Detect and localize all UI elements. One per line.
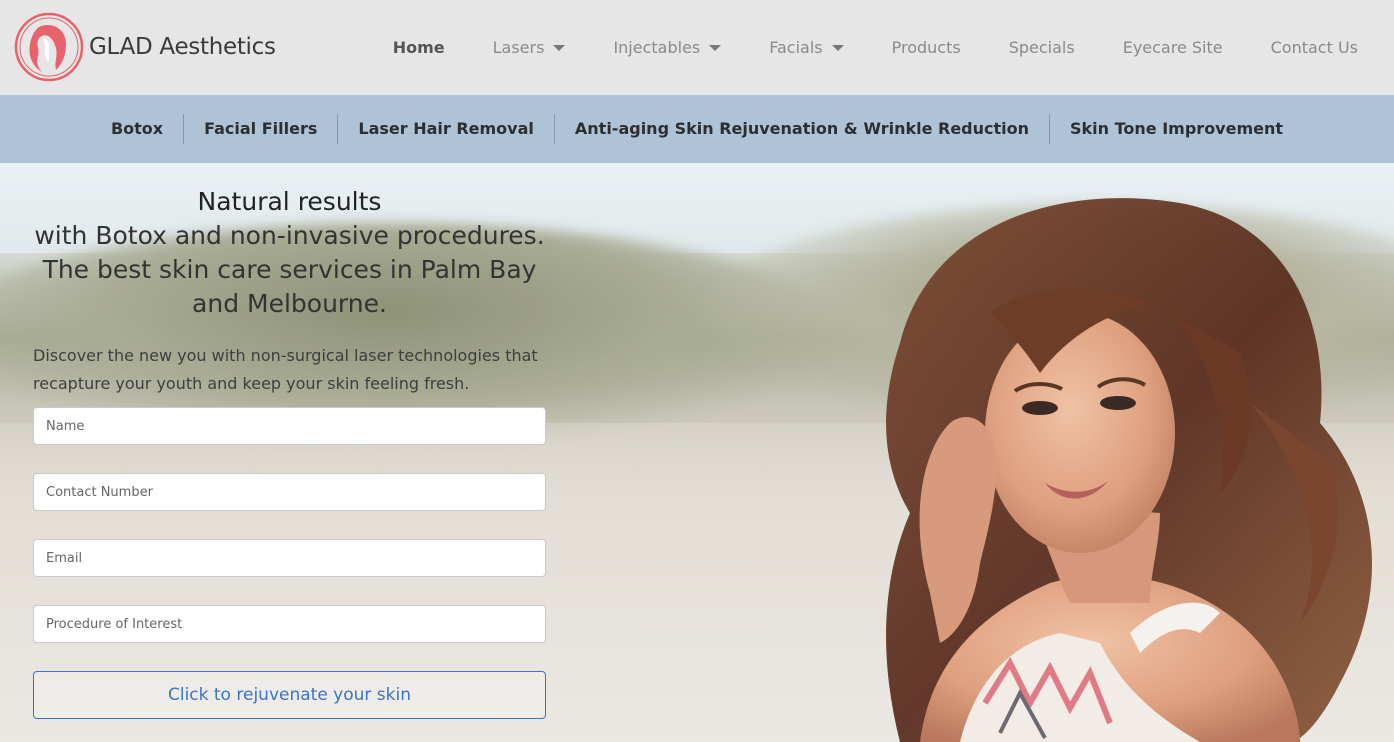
subnav-item-anti-aging-skin-rejuvenation-wrinkle-reduction[interactable]: Anti-aging Skin Rejuvenation & Wrinkle R… [555, 114, 1049, 144]
nav-item-label: Facials [769, 38, 823, 57]
hero-description: Discover the new you with non-surgical l… [33, 346, 538, 393]
main-nav: Home Lasers Injectables Facials Products Spec… [393, 0, 1358, 95]
nav-item-label: Lasers [492, 38, 545, 57]
subnav-item-botox[interactable]: Botox [91, 114, 183, 144]
nav-item-label: Specials [1008, 38, 1075, 57]
nav-item-specials[interactable]: Specials [1009, 38, 1075, 57]
hero-subtitle: with Botox and non-invasive procedures. … [34, 221, 545, 318]
hero-content: Natural results with Botox and non-invas… [33, 163, 546, 398]
nav-item-label: Products [891, 38, 961, 57]
service-subnav: Botox Facial Fillers Laser Hair Removal Ant… [0, 95, 1394, 163]
hero-headline: Natural results with Botox and non-invas… [33, 185, 546, 321]
brand-name: GLAD Aesthetics [89, 34, 276, 60]
nav-item-label: Home [392, 38, 445, 57]
face-logo-icon [14, 12, 84, 82]
nav-item-home[interactable]: Home [393, 38, 445, 57]
procedure-input[interactable] [33, 605, 546, 643]
name-input[interactable] [33, 407, 546, 445]
subnav-item-skin-tone-improvement[interactable]: Skin Tone Improvement [1050, 114, 1303, 144]
rejuvenate-submit-button[interactable]: Click to rejuvenate your skin [33, 671, 546, 719]
subnav-item-laser-hair-removal[interactable]: Laser Hair Removal [338, 114, 554, 144]
caret-down-icon [831, 45, 844, 51]
nav-item-label: Contact Us [1270, 38, 1358, 57]
hero-section: Natural results with Botox and non-invas… [0, 163, 1394, 742]
nav-item-injectables[interactable]: Injectables [613, 38, 722, 57]
top-navbar: GLAD Aesthetics Home Lasers Injectables Fac… [0, 0, 1394, 95]
nav-item-label: Eyecare Site [1122, 38, 1223, 57]
nav-item-label: Injectables [613, 38, 701, 57]
brand-logo-link[interactable]: GLAD Aesthetics [14, 12, 276, 82]
caret-down-icon [553, 45, 566, 51]
nav-item-contact-us[interactable]: Contact Us [1271, 38, 1358, 57]
contact-number-input[interactable] [33, 473, 546, 511]
subnav-item-facial-fillers[interactable]: Facial Fillers [184, 114, 337, 144]
hero-title: Natural results [197, 187, 382, 216]
nav-item-lasers[interactable]: Lasers [493, 38, 566, 57]
email-input[interactable] [33, 539, 546, 577]
nav-item-products[interactable]: Products [892, 38, 961, 57]
nav-item-facials[interactable]: Facials [769, 38, 844, 57]
caret-down-icon [709, 45, 722, 51]
nav-item-eyecare-site[interactable]: Eyecare Site [1123, 38, 1223, 57]
